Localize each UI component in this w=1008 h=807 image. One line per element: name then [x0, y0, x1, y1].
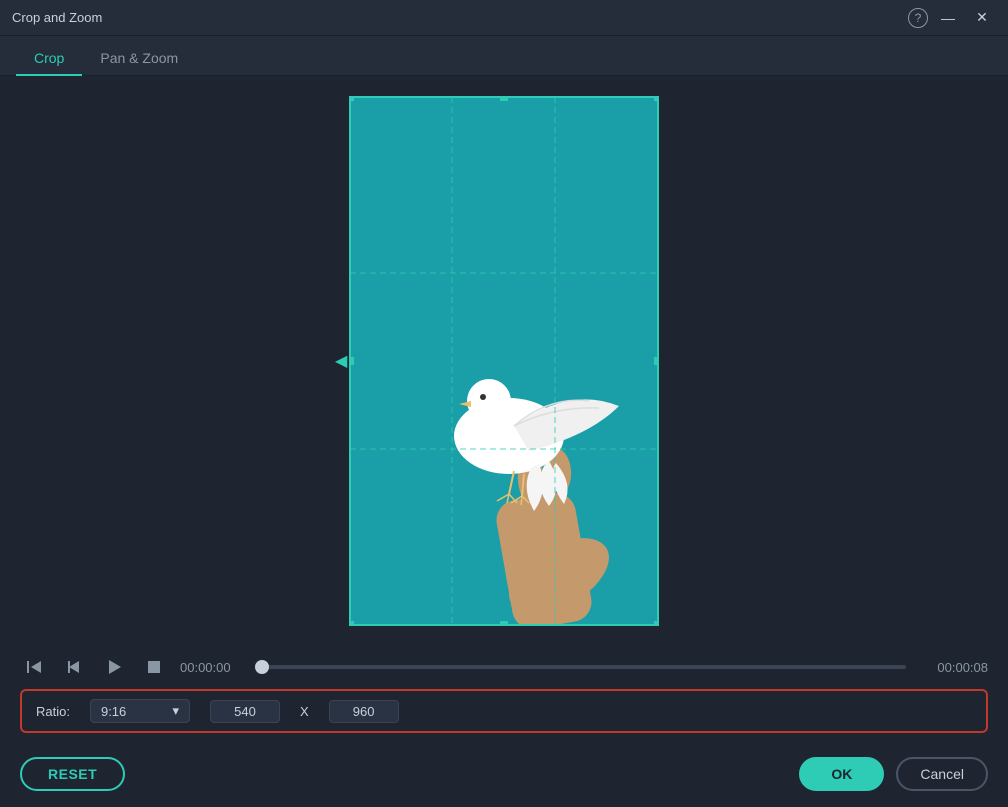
- play-icon: [105, 658, 123, 676]
- ok-button[interactable]: OK: [799, 757, 884, 791]
- height-input[interactable]: 960: [329, 700, 399, 723]
- controls-bar: 00:00:00 00:00:08: [0, 645, 1008, 689]
- tab-crop[interactable]: Crop: [16, 42, 82, 76]
- skip-back-icon: [25, 658, 43, 676]
- window-title: Crop and Zoom: [12, 10, 102, 25]
- title-bar: Crop and Zoom ? — ✕: [0, 0, 1008, 36]
- stop-icon: [145, 658, 163, 676]
- ratio-select[interactable]: 9:16 ▾: [90, 699, 190, 723]
- step-back-button[interactable]: [60, 653, 88, 681]
- timeline-track[interactable]: [262, 665, 906, 669]
- main-content: ◀: [0, 76, 1008, 807]
- video-frame[interactable]: [349, 96, 659, 626]
- title-bar-left: Crop and Zoom: [12, 10, 102, 25]
- time-total: 00:00:08: [918, 660, 988, 675]
- width-input[interactable]: 540: [210, 700, 280, 723]
- skip-back-button[interactable]: [20, 653, 48, 681]
- minimize-button[interactable]: —: [934, 8, 962, 28]
- timeline-thumb[interactable]: [255, 660, 269, 674]
- tabs-row: Crop Pan & Zoom: [0, 36, 1008, 76]
- preview-image: [349, 96, 659, 626]
- x-separator: X: [300, 704, 309, 719]
- reset-button[interactable]: RESET: [20, 757, 125, 791]
- stop-button[interactable]: [140, 653, 168, 681]
- ratio-value: 9:16: [101, 704, 126, 719]
- video-container: ◀: [349, 96, 659, 626]
- title-bar-controls: ? — ✕: [908, 8, 996, 28]
- preview-area: ◀: [0, 76, 1008, 645]
- ratio-bar: Ratio: 9:16 ▾ 540 X 960: [20, 689, 988, 733]
- close-button[interactable]: ✕: [968, 8, 996, 28]
- left-drag-handle[interactable]: ◀: [335, 351, 347, 371]
- cancel-button[interactable]: Cancel: [896, 757, 988, 791]
- step-back-icon: [65, 658, 83, 676]
- chevron-down-icon: ▾: [172, 703, 179, 719]
- footer-bar: RESET OK Cancel: [0, 747, 1008, 807]
- tab-pan-zoom[interactable]: Pan & Zoom: [82, 42, 196, 76]
- help-button[interactable]: ?: [908, 8, 928, 28]
- footer-right: OK Cancel: [799, 757, 988, 791]
- time-current: 00:00:00: [180, 660, 250, 675]
- play-button[interactable]: [100, 653, 128, 681]
- ratio-label: Ratio:: [36, 704, 70, 719]
